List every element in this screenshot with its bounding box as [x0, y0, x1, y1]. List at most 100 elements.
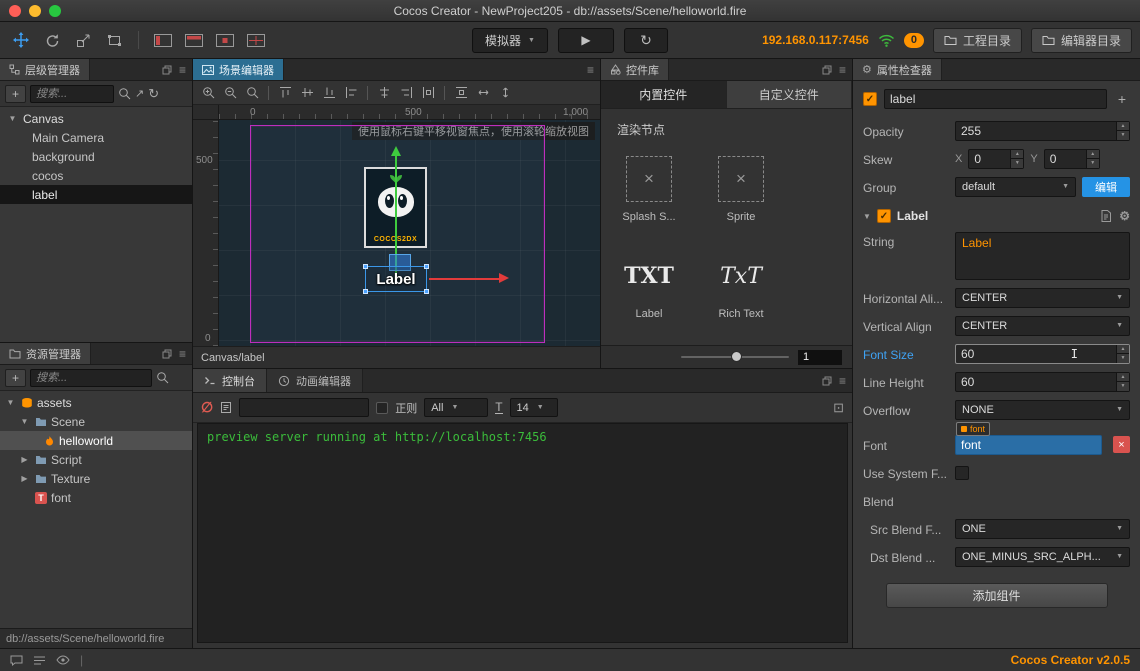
gizmo-x-axis[interactable]	[429, 278, 499, 280]
menu-icon[interactable]: ≡	[839, 63, 846, 77]
expand-all-icon[interactable]: ↗	[135, 87, 144, 100]
skew-y-stepper[interactable]: ▲▼	[1086, 150, 1099, 168]
line-height-stepper[interactable]: ▲▼	[1116, 373, 1129, 391]
tab-assets[interactable]: 资源管理器	[0, 343, 91, 364]
group-dropdown[interactable]: default ▼	[955, 177, 1076, 197]
align-hcenter-icon[interactable]	[376, 85, 392, 101]
asset-row-scene[interactable]: ▼ Scene	[0, 412, 192, 431]
string-textarea[interactable]: Label	[955, 232, 1130, 280]
canvas-fit-full-button[interactable]	[243, 27, 269, 53]
dock-panel-icon[interactable]: ⊡	[833, 400, 844, 416]
resize-handle[interactable]	[424, 289, 429, 294]
use-system-font-checkbox[interactable]	[955, 466, 969, 480]
search-icon[interactable]	[118, 87, 131, 100]
refresh-icon[interactable]: ↻	[148, 86, 159, 102]
add-component-button[interactable]: 添加组件	[886, 583, 1108, 608]
float-panel-icon[interactable]	[162, 65, 172, 75]
label-enabled-checkbox[interactable]: ✓	[877, 209, 891, 223]
help-doc-icon[interactable]	[1101, 210, 1111, 222]
font-size-input[interactable]	[956, 345, 1116, 363]
asset-row-texture[interactable]: ▶ Texture	[0, 469, 192, 488]
rotate-tool-button[interactable]	[39, 27, 65, 53]
rect-transform-tool-button[interactable]	[101, 27, 127, 53]
tree-collapsed-icon[interactable]: ▶	[18, 455, 31, 464]
component-gear-icon[interactable]: ⚙	[1119, 209, 1130, 223]
open-editor-dir-button[interactable]: 编辑器目录	[1031, 28, 1132, 53]
reload-button[interactable]: ↻	[624, 28, 668, 53]
resize-handle[interactable]	[424, 264, 429, 269]
tab-hierarchy[interactable]: 层级管理器	[0, 59, 90, 80]
tree-node-main-camera[interactable]: Main Camera	[0, 128, 192, 147]
eye-icon[interactable]	[56, 655, 70, 665]
zoom-slider-handle[interactable]	[731, 351, 742, 362]
overflow-dropdown[interactable]: NONE ▼	[955, 400, 1130, 420]
preview-url[interactable]: 192.168.0.117:7456	[762, 33, 869, 47]
console-filter-input[interactable]	[239, 398, 369, 417]
tab-animation-editor[interactable]: 动画编辑器	[267, 369, 363, 392]
asset-row-font[interactable]: T font	[0, 488, 192, 507]
line-height-input[interactable]	[956, 373, 1116, 391]
canvas-fit-left-button[interactable]	[150, 27, 176, 53]
font-size-stepper[interactable]: ▲▼	[1116, 345, 1129, 363]
skew-x-stepper[interactable]: ▲▼	[1010, 150, 1023, 168]
h-align-dropdown[interactable]: CENTER ▼	[955, 288, 1130, 308]
console-font-size-dropdown[interactable]: 14 ▼	[510, 398, 558, 417]
scale-tool-button[interactable]	[70, 27, 96, 53]
menu-icon[interactable]: ≡	[179, 347, 186, 361]
log-level-dropdown[interactable]: All ▼	[424, 398, 488, 417]
tree-expanded-icon[interactable]: ▼	[6, 114, 19, 123]
align-right-icon[interactable]	[398, 85, 414, 101]
src-blend-dropdown[interactable]: ONE ▼	[955, 519, 1130, 539]
log-list-icon[interactable]	[33, 655, 46, 666]
zoom-reset-icon[interactable]	[244, 85, 260, 101]
dst-blend-dropdown[interactable]: ONE_MINUS_SRC_ALPH... ▼	[955, 547, 1130, 567]
widget-item-label[interactable]: TXT Label	[617, 253, 681, 320]
search-icon[interactable]	[156, 371, 169, 384]
tree-node-canvas[interactable]: ▼ Canvas	[0, 109, 192, 128]
collapse-arrow-icon[interactable]: ▼	[863, 212, 871, 221]
play-button[interactable]: ▶	[558, 28, 614, 53]
asset-row-script[interactable]: ▶ Script	[0, 450, 192, 469]
tab-console[interactable]: 控制台	[193, 369, 267, 392]
opacity-input[interactable]	[956, 122, 1116, 140]
font-asset-chip[interactable]: font	[956, 422, 990, 436]
widget-item-richtext[interactable]: TxT Rich Text	[709, 253, 773, 320]
zoom-in-icon[interactable]	[200, 85, 216, 101]
tab-builtin-widgets[interactable]: 内置控件	[601, 81, 727, 108]
opacity-stepper[interactable]: ▲▼	[1116, 122, 1129, 140]
tree-collapsed-icon[interactable]: ▶	[18, 474, 31, 483]
tree-node-label[interactable]: label	[0, 185, 192, 204]
tab-custom-widgets[interactable]: 自定义控件	[727, 81, 853, 108]
tree-node-background[interactable]: background	[0, 147, 192, 166]
zoom-slider[interactable]	[681, 356, 789, 358]
menu-icon[interactable]: ≡	[839, 374, 846, 388]
skew-x-input[interactable]	[969, 150, 1010, 168]
assets-search-input[interactable]	[30, 369, 152, 387]
open-project-dir-button[interactable]: 工程目录	[933, 28, 1022, 53]
asset-row-helloworld[interactable]: helloworld	[0, 431, 192, 450]
resize-handle[interactable]	[363, 264, 368, 269]
edit-group-button[interactable]: 编辑	[1082, 177, 1130, 197]
regex-checkbox[interactable]	[376, 402, 388, 414]
float-panel-icon[interactable]	[162, 349, 172, 359]
align-vcenter-icon[interactable]	[299, 85, 315, 101]
v-align-dropdown[interactable]: CENTER ▼	[955, 316, 1130, 336]
float-panel-icon[interactable]	[822, 376, 832, 386]
remove-font-button[interactable]: ×	[1113, 436, 1130, 453]
same-width-icon[interactable]	[475, 85, 491, 101]
close-window-button[interactable]	[9, 5, 21, 17]
tree-expanded-icon[interactable]: ▼	[18, 417, 31, 426]
clear-console-icon[interactable]: ∅	[201, 399, 213, 416]
asset-row-assets[interactable]: ▼ assets	[0, 393, 192, 412]
distribute-h-icon[interactable]	[420, 85, 436, 101]
scene-canvas[interactable]: 0 500 1,000 500 0 使用鼠标右键平移视窗焦点，使用滚轮缩放视图	[193, 105, 600, 346]
widget-item-sprite[interactable]: × Sprite	[709, 156, 773, 223]
resize-handle[interactable]	[363, 289, 368, 294]
canvas-fit-top-button[interactable]	[181, 27, 207, 53]
canvas-fit-center-button[interactable]	[212, 27, 238, 53]
label-node[interactable]: Label	[365, 266, 427, 292]
console-output[interactable]: preview server running at http://localho…	[197, 423, 848, 643]
simulator-dropdown[interactable]: 模拟器 ▼	[472, 28, 548, 53]
distribute-v-icon[interactable]	[453, 85, 469, 101]
align-top-icon[interactable]	[277, 85, 293, 101]
